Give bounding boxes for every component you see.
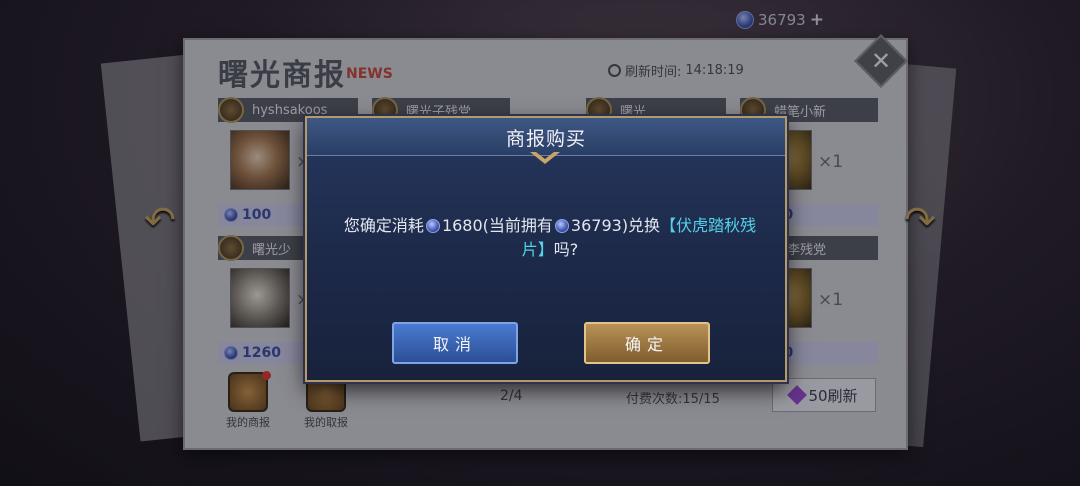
cancel-button[interactable]: 取消	[392, 322, 518, 364]
ornament-icon	[530, 152, 560, 164]
owned-suffix: )兑换	[621, 216, 661, 235]
cost-value: 1680	[441, 216, 483, 235]
confirm-button[interactable]: 确定	[584, 322, 710, 364]
owned-prefix: (当前拥有	[482, 216, 553, 235]
message-suffix: 吗?	[553, 240, 579, 259]
dialog-message: 您确定消耗 1680(当前拥有 36793)兑换【伏虎踏秋残片】吗?	[340, 214, 760, 262]
diamond-currency-icon	[425, 219, 440, 233]
diamond-currency-icon	[554, 219, 569, 233]
owned-value: 36793	[570, 216, 622, 235]
message-prefix: 您确定消耗	[343, 216, 424, 235]
